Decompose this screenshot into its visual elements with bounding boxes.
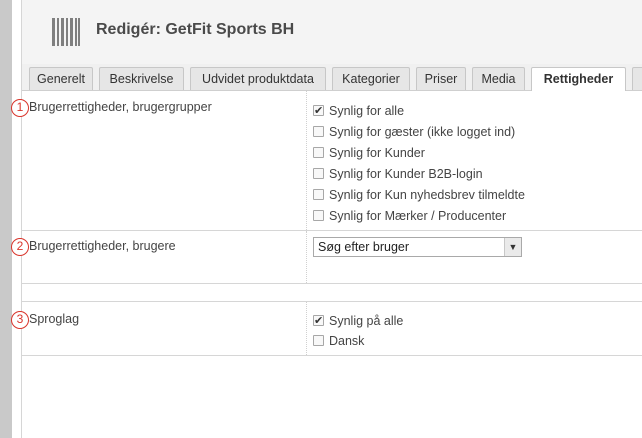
divider (22, 355, 642, 356)
column-divider (306, 91, 307, 230)
select-value: Søg efter bruger (318, 240, 410, 254)
checkbox-icon[interactable] (313, 210, 324, 221)
column-divider (306, 231, 307, 283)
option-label: Synlig for Kun nyhedsbrev tilmeldte (329, 188, 525, 202)
section-label-users: 2 Brugerrettigheder, brugere (11, 238, 176, 256)
left-sidebar (0, 0, 12, 438)
option-label: Synlig på alle (329, 314, 404, 328)
tab-generelt[interactable]: Generelt (29, 67, 93, 90)
column-divider (306, 302, 307, 355)
user-search-select[interactable]: Søg efter bruger ▼ (313, 237, 522, 257)
tab-beskrivelse[interactable]: Beskrivelse (99, 67, 184, 90)
page-header: Redigér: GetFit Sports BH (22, 0, 642, 64)
section-label-language: 3 Sproglag (11, 311, 80, 329)
tab-media[interactable]: Media (472, 67, 525, 90)
section-users: 2 Brugerrettigheder, brugere Søg efter b… (11, 231, 642, 283)
option-label: Synlig for Kunder B2B-login (329, 167, 483, 181)
label-text: Brugerrettigheder, brugergrupper (29, 100, 212, 114)
page-title: Redigér: GetFit Sports BH (96, 21, 295, 38)
option-label: Synlig for gæster (ikke logget ind) (329, 125, 516, 139)
marker-badge-2: 2 (11, 238, 29, 256)
section-label-groups: 1 Brugerrettigheder, brugergrupper (11, 99, 212, 117)
label-text: Sproglag (29, 312, 80, 326)
option-label: Synlig for Mærker / Producenter (329, 209, 507, 223)
barcode-icon (52, 18, 80, 46)
tab-udvidet-produktdata[interactable]: Udvidet produktdata (190, 67, 326, 90)
checkbox-icon[interactable] (313, 126, 324, 137)
marker-badge-3: 3 (11, 311, 29, 329)
checkbox-icon[interactable] (313, 189, 324, 200)
checkbox-icon[interactable] (313, 335, 324, 346)
tab-rettigheder[interactable]: Rettigheder (531, 67, 626, 91)
divider (22, 283, 642, 284)
checkbox-icon[interactable] (313, 313, 324, 329)
main-content: Redigér: GetFit Sports BH Generelt Beskr… (11, 0, 642, 438)
marker-badge-1: 1 (11, 99, 29, 117)
checkbox-icon[interactable] (313, 168, 324, 179)
label-text: Brugerrettigheder, brugere (29, 239, 176, 253)
tab-bar: Generelt Beskrivelse Udvidet produktdata… (22, 64, 642, 91)
option-label: Synlig for Kunder (329, 146, 425, 160)
tab-overflow[interactable] (632, 67, 642, 90)
checkbox-icon[interactable] (313, 147, 324, 158)
option-label: Dansk (329, 334, 365, 348)
section-user-groups: 1 Brugerrettigheder, brugergrupper Synli… (11, 91, 642, 230)
checkbox-icon[interactable] (313, 103, 324, 119)
option-label: Synlig for alle (329, 104, 405, 118)
tab-kategorier[interactable]: Kategorier (332, 67, 410, 90)
tab-priser[interactable]: Priser (416, 67, 466, 90)
chevron-down-icon[interactable]: ▼ (504, 238, 521, 256)
section-language: 3 Sproglag Synlig på alle Dansk (11, 302, 642, 355)
